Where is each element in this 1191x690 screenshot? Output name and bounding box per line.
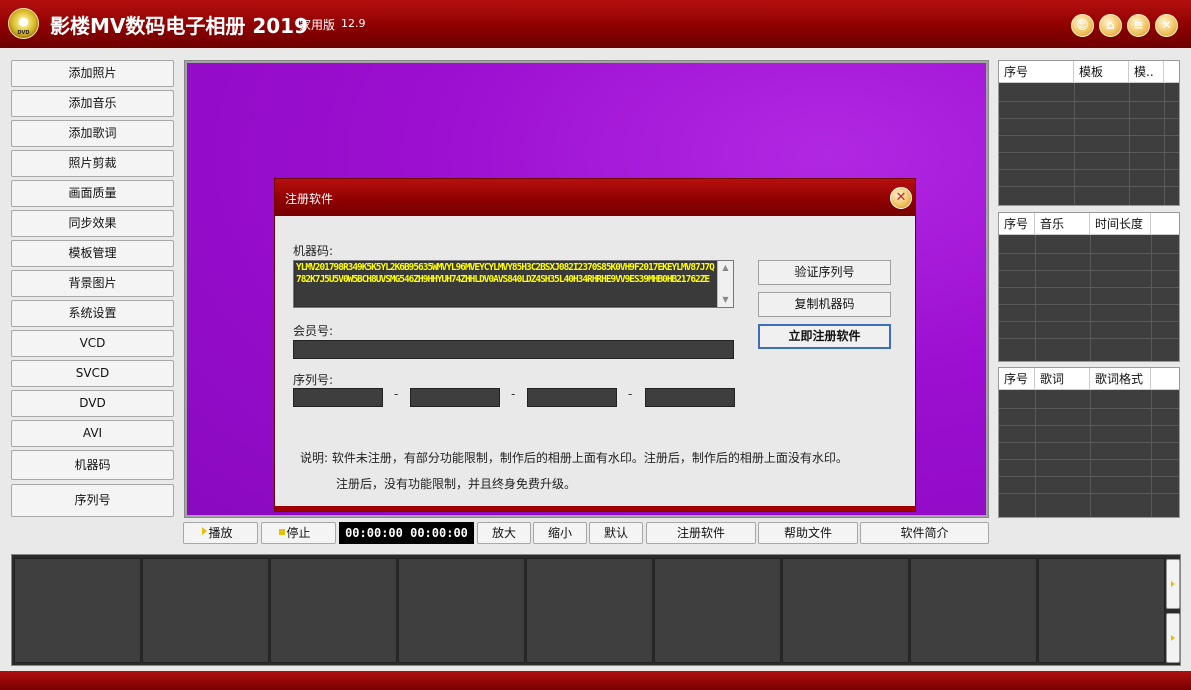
dvd-button[interactable]: DVD	[11, 390, 174, 417]
member-label: 会员号:	[293, 324, 334, 338]
zoom-in-button[interactable]: 放大	[477, 522, 531, 544]
photo-thumbnail-slot[interactable]	[1038, 558, 1165, 663]
column-header[interactable]: 时间长度	[1090, 213, 1151, 235]
home-icon[interactable]: ⌂	[1099, 14, 1122, 37]
help-file-button[interactable]: 帮助文件	[758, 522, 858, 544]
svcd-button[interactable]: SVCD	[11, 360, 174, 387]
skin-icon[interactable]: ☺	[1071, 14, 1094, 37]
serial-input-2[interactable]	[410, 388, 500, 407]
title-bar: DVD 影楼MV数码电子相册 2019 家用版 12.9 ☺ ⌂ ≡ ✕	[0, 0, 1191, 48]
machine-code-text[interactable]: YLMV201798R349K5K5YL2K6B95635WMVYL96MVEY…	[295, 262, 717, 306]
column-header[interactable]: 序号	[999, 61, 1074, 83]
photo-thumbnail-slot[interactable]	[14, 558, 141, 663]
note-line-2: 注册后，没有功能限制，并且终身免费升级。	[336, 477, 577, 491]
machine-code-label: 机器码:	[293, 244, 334, 258]
play-icon	[202, 527, 207, 535]
serial-input-1[interactable]	[293, 388, 383, 407]
app-logo-icon: DVD	[8, 8, 39, 39]
app-title: 影楼MV数码电子相册 2019	[50, 14, 309, 38]
serial-separator: -	[394, 387, 399, 401]
music-list-header: 序号 音乐 时间长度	[999, 213, 1179, 235]
arrow-right-icon	[1171, 581, 1175, 587]
stop-icon	[279, 529, 285, 535]
vcd-button[interactable]: VCD	[11, 330, 174, 357]
verify-serial-button[interactable]: 验证序列号	[758, 260, 891, 285]
zoom-out-button[interactable]: 缩小	[533, 522, 587, 544]
photo-thumbnail-slot[interactable]	[398, 558, 525, 663]
column-header[interactable]: 序号	[999, 213, 1035, 235]
system-settings-button[interactable]: 系统设置	[11, 300, 174, 327]
photo-thumbnail-slot[interactable]	[782, 558, 909, 663]
sync-effect-button[interactable]: 同步效果	[11, 210, 174, 237]
serial-separator: -	[511, 387, 516, 401]
timecode-display: 00:00:00 00:00:00	[339, 522, 474, 544]
photo-thumbnail-slot[interactable]	[526, 558, 653, 663]
music-list[interactable]: 序号 音乐 时间长度	[998, 212, 1180, 362]
arrow-right-icon	[1171, 635, 1175, 641]
software-intro-button[interactable]: 软件简介	[860, 522, 989, 544]
column-header[interactable]: 歌词	[1035, 368, 1090, 390]
scroll-down-icon[interactable]: ▼	[718, 293, 733, 307]
copy-machine-code-button[interactable]: 复制机器码	[758, 292, 891, 317]
lyrics-list-header: 序号 歌词 歌词格式	[999, 368, 1179, 390]
column-header[interactable]: 序号	[999, 368, 1035, 390]
strip-scroll-down-button[interactable]	[1166, 613, 1180, 663]
photo-thumbnail-slot[interactable]	[270, 558, 397, 663]
close-icon[interactable]: ✕	[1155, 14, 1178, 37]
column-header[interactable]: 模..	[1129, 61, 1164, 83]
add-lyrics-button[interactable]: 添加歌词	[11, 120, 174, 147]
play-button[interactable]: 播放	[183, 522, 258, 544]
serial-separator: -	[628, 387, 633, 401]
serial-label: 序列号:	[293, 373, 334, 387]
photo-thumbnail-slot[interactable]	[654, 558, 781, 663]
dialog-bottom-bar	[275, 506, 915, 511]
machine-code-scrollbar[interactable]: ▲ ▼	[717, 261, 733, 307]
default-zoom-button[interactable]: 默认	[589, 522, 643, 544]
add-music-button[interactable]: 添加音乐	[11, 90, 174, 117]
app-edition: 家用版	[299, 18, 336, 32]
status-bar	[0, 671, 1191, 690]
scroll-up-icon[interactable]: ▲	[718, 261, 733, 275]
menu-icon[interactable]: ≡	[1127, 14, 1150, 37]
photo-crop-button[interactable]: 照片剪裁	[11, 150, 174, 177]
serial-number-button[interactable]: 序列号	[11, 484, 174, 517]
column-header[interactable]: 音乐	[1035, 213, 1090, 235]
add-photo-button[interactable]: 添加照片	[11, 60, 174, 87]
dialog-title-bar: 注册软件 ✕	[275, 179, 915, 216]
photo-thumbnail-strip	[11, 554, 1181, 666]
serial-input-4[interactable]	[645, 388, 735, 407]
background-image-button[interactable]: 背景图片	[11, 270, 174, 297]
column-header[interactable]: 歌词格式	[1090, 368, 1151, 390]
template-manage-button[interactable]: 模板管理	[11, 240, 174, 267]
template-list[interactable]: 序号 模板 模..	[998, 60, 1180, 206]
lyrics-list[interactable]: 序号 歌词 歌词格式	[998, 367, 1180, 518]
dialog-title: 注册软件	[285, 192, 334, 206]
image-quality-button[interactable]: 画面质量	[11, 180, 174, 207]
stop-button[interactable]: 停止	[261, 522, 336, 544]
photo-thumbnail-slot[interactable]	[910, 558, 1037, 663]
strip-scroll-up-button[interactable]	[1166, 559, 1180, 609]
register-software-button[interactable]: 注册软件	[646, 522, 756, 544]
member-input[interactable]	[293, 340, 734, 359]
column-header[interactable]: 模板	[1074, 61, 1129, 83]
dialog-close-icon[interactable]: ✕	[890, 187, 912, 209]
serial-input-3[interactable]	[527, 388, 617, 407]
register-now-button[interactable]: 立即注册软件	[758, 324, 891, 349]
photo-thumbnail-slot[interactable]	[142, 558, 269, 663]
app-version: 12.9	[341, 17, 366, 30]
avi-button[interactable]: AVI	[11, 420, 174, 447]
note-line-1: 说明: 软件未注册，有部分功能限制，制作后的相册上面有水印。注册后，制作后的相册…	[300, 451, 848, 465]
template-list-header: 序号 模板 模..	[999, 61, 1179, 83]
machine-code-button[interactable]: 机器码	[11, 450, 174, 480]
register-dialog: 注册软件 ✕ 机器码: YLMV201798R349K5K5YL2K6B9563…	[274, 178, 916, 512]
machine-code-field[interactable]: YLMV201798R349K5K5YL2K6B95635WMVYL96MVEY…	[293, 260, 734, 308]
